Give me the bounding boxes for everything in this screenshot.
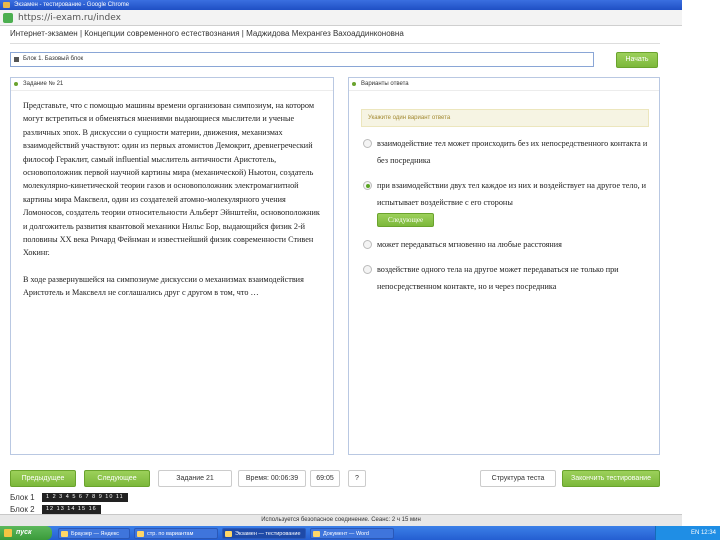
option-text: может передаваться мгновенно на любые ра… xyxy=(377,240,562,249)
taskbar-item-label: стр. по вариантам xyxy=(147,531,194,537)
remaining-timer: 69:05 xyxy=(310,470,340,487)
answer-options: взаимодействие тел может происходить без… xyxy=(349,127,659,295)
taskbar-item-active[interactable]: Экзамен — тестирование xyxy=(222,528,306,539)
help-button[interactable]: ? xyxy=(348,470,366,487)
option-text: при взаимодействии двух тел каждое из ни… xyxy=(377,181,647,207)
answer-next-button[interactable]: Следующее xyxy=(377,213,435,227)
test-header: Интернет-экзамен | Концепции современног… xyxy=(10,29,404,38)
question-panel: Задание № 21 Представьте, что с помощью … xyxy=(10,77,334,455)
radio-button[interactable] xyxy=(363,240,372,249)
block-label: Блок 1 xyxy=(10,493,35,502)
header-divider xyxy=(10,43,660,44)
question-panel-header: Задание № 21 xyxy=(11,78,333,91)
finish-button[interactable]: Закончить тестирование xyxy=(562,470,660,487)
answer-option[interactable]: взаимодействие тел может происходить без… xyxy=(361,135,649,169)
address-bar[interactable]: https://i-exam.ru/index xyxy=(0,10,682,26)
windows-logo-icon xyxy=(4,529,12,537)
app-icon xyxy=(225,531,232,537)
block-navigator: Блок 1 1 2 3 4 5 6 7 8 9 10 11 Блок 2 12… xyxy=(10,492,128,516)
taskbar-item-label: Экзамен — тестирование xyxy=(235,531,301,537)
taskbar-item[interactable]: Браузер — Яндекс xyxy=(58,528,130,539)
answer-option[interactable]: может передаваться мгновенно на любые ра… xyxy=(361,236,649,253)
answer-hint: Укажите один вариант ответа xyxy=(361,109,649,127)
answers-marker-icon xyxy=(352,82,356,86)
block-row: Блок 1 1 2 3 4 5 6 7 8 9 10 11 xyxy=(10,492,128,504)
question-paragraph: В ходе развернувшейся на симпозиуме диск… xyxy=(23,274,304,298)
answer-panel: Варианты ответа Укажите один вариант отв… xyxy=(348,77,660,455)
site-logo-icon xyxy=(3,13,13,23)
previous-button[interactable]: Предыдущее xyxy=(10,470,76,487)
block-task-cells[interactable]: 12 13 14 15 16 xyxy=(42,505,101,514)
taskbar-item[interactable]: стр. по вариантам xyxy=(134,528,218,539)
dropdown-icon xyxy=(14,57,19,62)
answer-title: Варианты ответа xyxy=(361,81,409,87)
app-icon xyxy=(61,531,68,537)
block-select-value: Блок 1. Базовый блок xyxy=(23,56,84,62)
app-icon xyxy=(313,531,320,537)
taskbar: пуск Браузер — Яндекс стр. по вариантам … xyxy=(0,526,720,540)
task-number: Задание 21 xyxy=(158,470,232,487)
taskbar-item-label: Браузер — Яндекс xyxy=(71,531,120,537)
structure-button[interactable]: Структура теста xyxy=(480,470,556,487)
question-paragraph: Представьте, что с помощью машины времен… xyxy=(23,101,320,258)
question-text: Представьте, что с помощью машины времен… xyxy=(11,91,333,300)
window-background xyxy=(682,0,720,540)
start-menu-button[interactable]: пуск xyxy=(0,526,52,540)
window-title: Экзамен - тестирование - Google Chrome xyxy=(14,2,130,8)
block-task-cells[interactable]: 1 2 3 4 5 6 7 8 9 10 11 xyxy=(42,493,128,502)
system-tray[interactable]: EN 12:34 xyxy=(655,526,720,540)
taskbar-item[interactable]: Документ — Word xyxy=(310,528,394,539)
start-label: пуск xyxy=(16,529,32,536)
answer-panel-header: Варианты ответа xyxy=(349,78,659,91)
elapsed-time: Время: 00:06:39 xyxy=(238,470,306,487)
task-marker-icon xyxy=(14,82,18,86)
question-title: Задание № 21 xyxy=(23,81,64,87)
radio-button[interactable] xyxy=(363,265,372,274)
window-titlebar: Экзамен - тестирование - Google Chrome xyxy=(0,0,682,10)
url-text[interactable]: https://i-exam.ru/index xyxy=(18,12,121,24)
browser-statusbar: Используется безопасное соединение. Сеан… xyxy=(0,514,682,526)
app-icon xyxy=(137,531,144,537)
footer-nav: Предыдущее Следующее Задание 21 Время: 0… xyxy=(10,470,660,488)
browser-icon xyxy=(3,2,10,8)
next-button[interactable]: Следующее xyxy=(84,470,150,487)
radio-button-checked[interactable] xyxy=(363,181,372,190)
answer-option[interactable]: при взаимодействии двух тел каждое из ни… xyxy=(361,177,649,228)
start-button[interactable]: Начать xyxy=(616,52,658,68)
radio-button[interactable] xyxy=(363,139,372,148)
answer-option[interactable]: воздействие одного тела на другое может … xyxy=(361,261,649,295)
option-text: взаимодействие тел может происходить без… xyxy=(377,139,648,165)
block-select[interactable]: Блок 1. Базовый блок xyxy=(10,52,594,67)
taskbar-item-label: Документ — Word xyxy=(323,531,369,537)
option-text: воздействие одного тела на другое может … xyxy=(377,265,619,291)
